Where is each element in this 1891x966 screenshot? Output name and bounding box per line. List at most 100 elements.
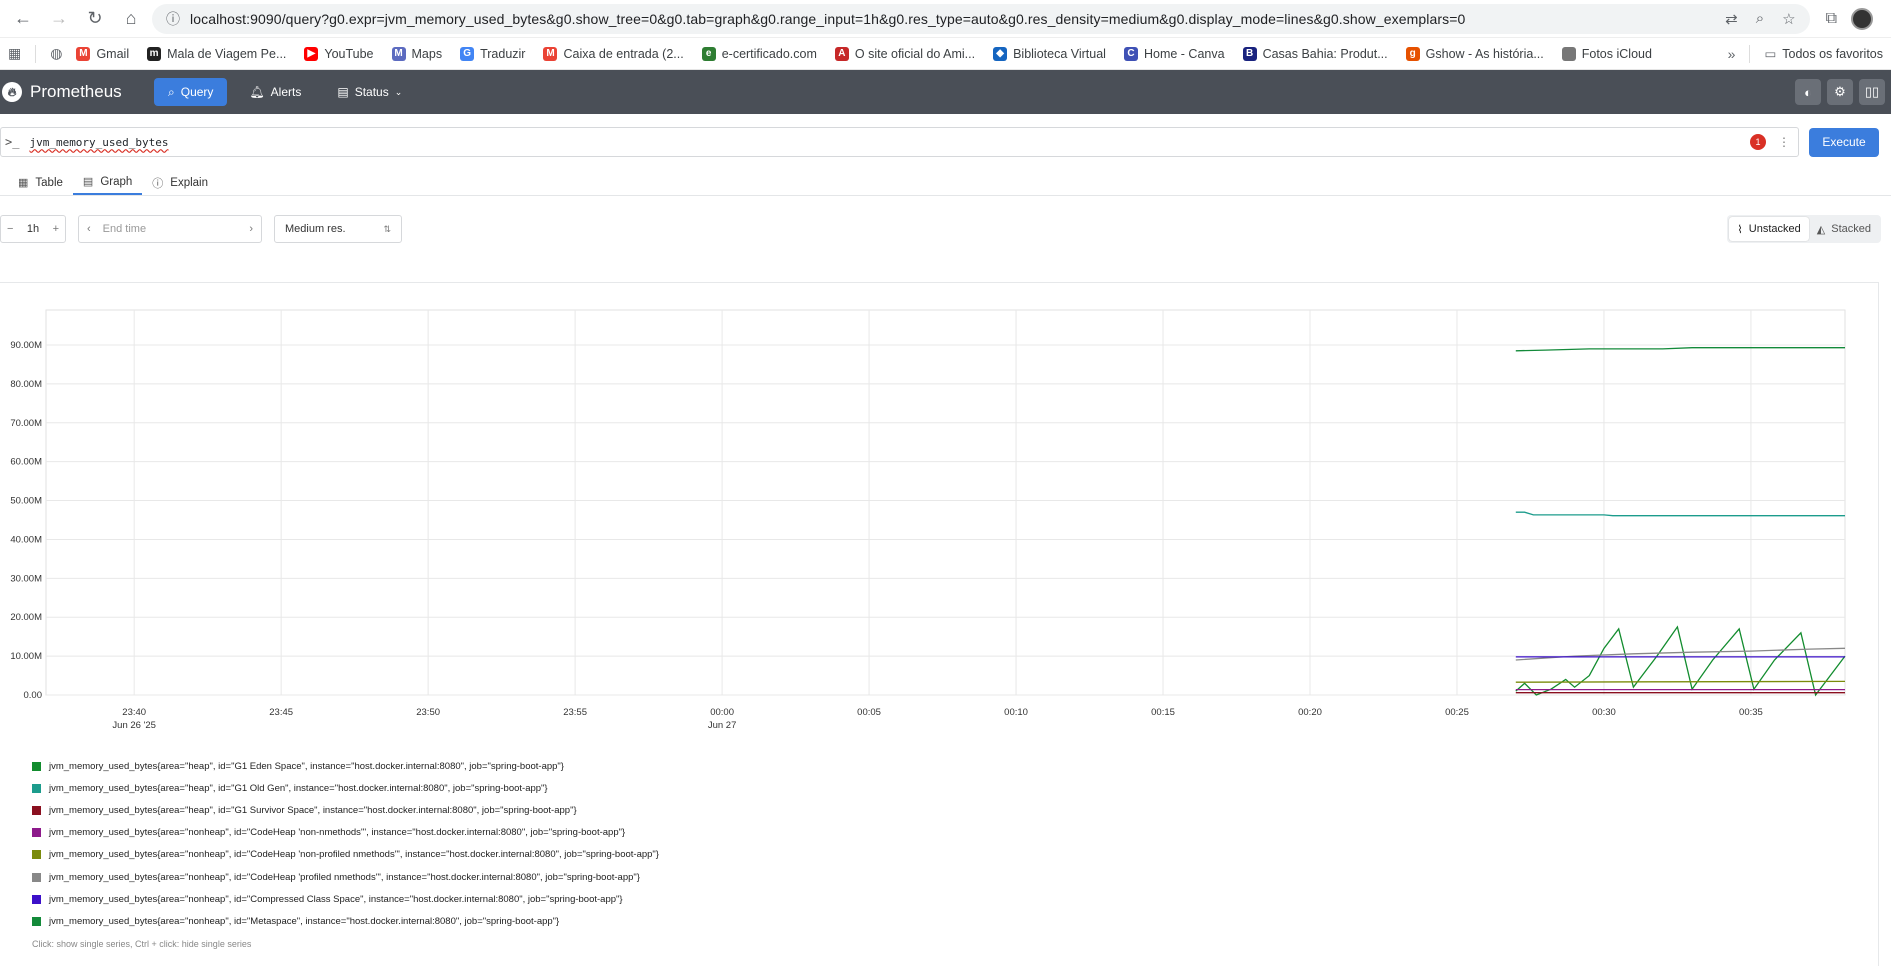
series-line [1515, 511, 1845, 517]
tab-table-label: Table [35, 176, 63, 189]
terminal-prompt-icon: >_ [5, 135, 20, 149]
y-tick-label: 80.00M [10, 379, 42, 390]
bookmark-item[interactable]: G Traduzir [460, 46, 526, 61]
legend-swatch [32, 783, 41, 793]
amigurumi-icon: A [834, 46, 849, 61]
folder-icon: ▭ [1764, 47, 1777, 61]
range-value[interactable]: 1h [27, 223, 39, 235]
stacked-label: Stacked [1831, 223, 1871, 235]
legend-item[interactable]: jvm_memory_used_bytes{area="nonheap", id… [32, 866, 659, 888]
legend-label: jvm_memory_used_bytes{area="heap", id="G… [49, 782, 548, 794]
chevron-left-icon[interactable]: ‹ [87, 223, 91, 235]
stacked-option[interactable]: ◭ Stacked [1809, 217, 1879, 241]
legend-label: jvm_memory_used_bytes{area="nonheap", id… [49, 893, 623, 905]
resolution-select[interactable]: Medium res. ⇅ [274, 215, 402, 243]
nav-query[interactable]: ⌕ Query [154, 78, 228, 106]
plus-icon[interactable]: + [53, 223, 59, 235]
expression-text[interactable]: jvm_memory_used_bytes [29, 136, 168, 149]
bookmark-item[interactable]: C Home - Canva [1123, 46, 1225, 61]
series-line [1515, 680, 1846, 683]
home-icon[interactable]: ⌂ [116, 4, 146, 34]
legend-item[interactable]: jvm_memory_used_bytes{area="nonheap", id… [32, 910, 659, 932]
view-tabs: ▦ Table ▤ Graph ⓘ Explain [0, 170, 1891, 196]
tab-graph[interactable]: ▤ Graph [72, 170, 143, 195]
series-line [1515, 347, 1845, 352]
all-bookmarks-folder[interactable]: ▭ Todos os favoritos [1764, 46, 1883, 62]
address-bar[interactable]: ⓘ localhost:9090/query?g0.expr=jvm_memor… [152, 3, 1810, 34]
execute-button[interactable]: Execute [1809, 127, 1879, 157]
forward-arrow-icon[interactable]: → [44, 4, 74, 34]
end-time-input[interactable]: ‹ End time › [78, 215, 262, 243]
translate-page-icon[interactable]: ⇄ [1725, 10, 1738, 28]
bookmark-item[interactable]: Fotos iCloud [1561, 46, 1652, 61]
legend-item[interactable]: jvm_memory_used_bytes{area="nonheap", id… [32, 844, 659, 866]
bookmark-item[interactable]: e e-certificado.com [701, 46, 817, 61]
legend-item[interactable]: jvm_memory_used_bytes{area="heap", id="G… [32, 755, 659, 777]
tab-graph-label: Graph [100, 175, 133, 188]
unstacked-option[interactable]: ⌇ Unstacked [1729, 217, 1809, 241]
nav-alerts[interactable]: 🔔︎ Alerts [235, 78, 315, 106]
gmail-icon: M [543, 46, 558, 61]
bookmark-item[interactable]: B Casas Bahia: Produt... [1242, 46, 1388, 61]
lint-error-badge[interactable]: 1 [1750, 134, 1766, 150]
minus-icon[interactable]: − [7, 223, 13, 235]
bell-icon: 🔔︎ [249, 85, 265, 99]
bookmark-item[interactable]: ◆ Biblioteca Virtual [993, 46, 1106, 61]
legend-item[interactable]: jvm_memory_used_bytes{area="nonheap", id… [32, 888, 659, 910]
bookmark-item[interactable]: A O site oficial do Ami... [834, 46, 975, 61]
legend-item[interactable]: jvm_memory_used_bytes{area="heap", id="G… [32, 799, 659, 821]
legend-swatch [32, 761, 41, 771]
bookmark-item[interactable]: g Gshow - As história... [1405, 46, 1544, 61]
range-input[interactable]: − 1h + [0, 215, 66, 243]
translate-icon: G [460, 46, 475, 61]
url-text[interactable]: localhost:9090/query?g0.expr=jvm_memory_… [190, 11, 1465, 27]
biblioteca-icon: ◆ [993, 46, 1008, 61]
bookmark-item[interactable]: m Mala de Viagem Pe... [147, 46, 287, 61]
profile-avatar[interactable] [1851, 7, 1873, 30]
youtube-icon: ▶ [304, 46, 319, 61]
search-icon: ⌕ [168, 84, 175, 99]
more-options-icon[interactable]: ⋮ [1778, 135, 1790, 149]
apps-grid-icon[interactable]: ▦ [8, 45, 21, 62]
prometheus-logo[interactable]: 🔥︎ Prometheus [0, 82, 154, 102]
bookmark-item[interactable]: M Gmail [76, 46, 129, 61]
site-info-icon[interactable]: ⓘ [166, 9, 180, 29]
zoom-icon[interactable]: ⌕ [1756, 10, 1764, 28]
tab-table[interactable]: ▦ Table [8, 170, 73, 195]
bookmark-item[interactable]: M Maps [391, 46, 443, 61]
maps-icon: M [391, 46, 406, 61]
bookmark-item[interactable]: M Caixa de entrada (2... [543, 46, 684, 61]
x-tick-label: 00:35 [1739, 707, 1763, 718]
docs-book-icon[interactable]: ▯▯ [1859, 79, 1885, 105]
bookmark-star-icon[interactable]: ☆ [1782, 10, 1795, 28]
more-bookmarks-icon[interactable]: » [1728, 46, 1736, 62]
theme-toggle-icon[interactable]: ◐ [1795, 79, 1821, 105]
legend-swatch [32, 805, 41, 815]
x-tick-label: 00:05 [857, 707, 881, 718]
expression-input[interactable]: >_ jvm_memory_used_bytes 1 ⋮ [0, 127, 1799, 157]
legend-swatch [32, 850, 41, 860]
nav-status[interactable]: ▤ Status ⌄ [323, 78, 416, 106]
query-row: >_ jvm_memory_used_bytes 1 ⋮ Execute [0, 124, 1879, 160]
globe-icon[interactable]: ◍ [50, 45, 62, 62]
bookmark-label: Maps [411, 46, 443, 61]
settings-gear-icon[interactable]: ⚙ [1827, 79, 1853, 105]
mala-icon: m [147, 46, 162, 61]
reload-icon[interactable]: ↻ [80, 4, 110, 34]
chevron-right-icon[interactable]: › [249, 223, 253, 235]
legend-item[interactable]: jvm_memory_used_bytes{area="nonheap", id… [32, 822, 659, 844]
nav-query-label: Query [180, 85, 214, 99]
bookmark-label: Caixa de entrada (2... [563, 46, 684, 61]
y-tick-label: 20.00M [10, 612, 42, 623]
back-arrow-icon[interactable]: ← [8, 4, 38, 34]
x-tick-label: 00:10 [1004, 707, 1028, 718]
time-series-chart[interactable]: 0.00 10.00M 20.00M 30.00M 40.00M 50.00M 60.00M… [0, 283, 1879, 753]
x-tick-label: 23:50 [416, 707, 440, 718]
bookmark-label: Traduzir [480, 46, 526, 61]
extensions-icon[interactable]: ⧉ [1826, 10, 1837, 28]
bookmark-label: Mala de Viagem Pe... [167, 46, 287, 61]
legend-item[interactable]: jvm_memory_used_bytes{area="heap", id="G… [32, 777, 659, 799]
bookmarks-divider [1749, 44, 1751, 63]
bookmark-item[interactable]: ▶ YouTube [304, 46, 374, 61]
tab-explain[interactable]: ⓘ Explain [142, 170, 218, 195]
